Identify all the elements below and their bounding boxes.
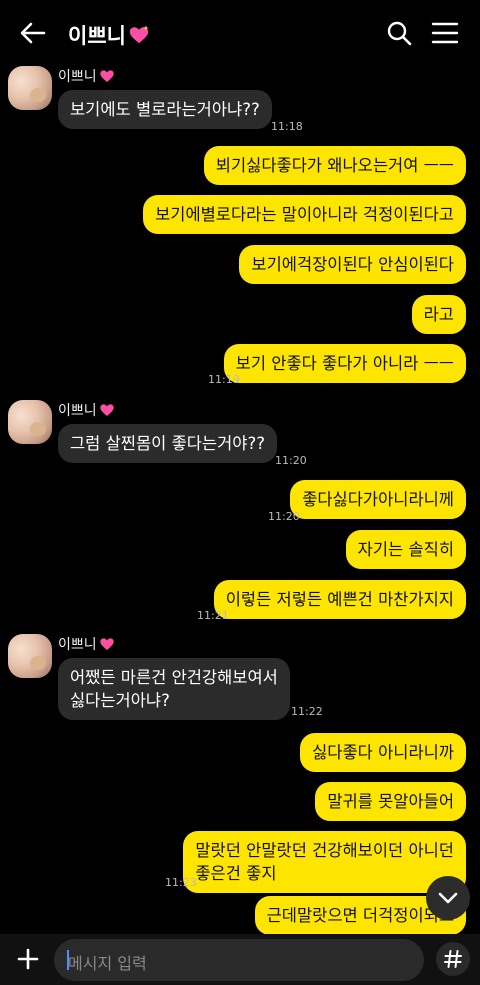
sent-message[interactable]: 말귀를 못알아들어: [315, 782, 466, 821]
menu-icon[interactable]: [431, 20, 459, 46]
received-message[interactable]: 어쨌든 마른건 안건강해보여서 싫다는거아냐?: [58, 658, 290, 720]
message-input-placeholder: 메시지 입력: [68, 954, 147, 973]
avatar[interactable]: [8, 66, 52, 110]
message-time: 11:19: [208, 373, 240, 386]
sent-message[interactable]: 말랏던 안말랏던 건강해보이던 아니던 좋은건 좋지: [183, 831, 466, 893]
sender-name-text: 이쁘니: [58, 637, 97, 653]
received-message[interactable]: 보기에도 별로라는거아냐??: [58, 90, 272, 129]
sender-name: 이쁘니: [58, 400, 115, 420]
input-bar: 메시지 입력: [0, 934, 480, 985]
message-time: 11:23: [165, 876, 197, 889]
hash-button[interactable]: [436, 942, 470, 976]
avatar[interactable]: [8, 400, 52, 444]
search-icon[interactable]: [385, 19, 413, 47]
sparkle-heart-icon: [99, 638, 114, 650]
sent-message[interactable]: 뵈기싫다좋다가 왜나오는거여 ㅡㅡ: [203, 146, 466, 185]
scroll-down-button[interactable]: [426, 876, 470, 920]
sparkle-heart-icon: [129, 25, 149, 44]
message-time: 11:20: [275, 454, 307, 467]
sent-message[interactable]: 라고: [411, 295, 466, 334]
sent-message[interactable]: 싫다좋다 아니라니까: [300, 733, 466, 772]
message-line: 근데말랏으면 더걱정이되고: [266, 906, 454, 925]
hash-icon: [444, 950, 462, 968]
sender-name-text: 이쁘니: [58, 403, 97, 419]
message-time: 11:20: [268, 510, 300, 523]
received-message[interactable]: 그럼 살찐몸이 좋다는거야??: [58, 424, 277, 463]
sent-message[interactable]: 좋다싫다가아니라니께: [290, 480, 466, 519]
message-time: 11:21: [197, 609, 229, 622]
message-time: 11:18: [271, 120, 303, 133]
sent-message[interactable]: 자기는 솔직히: [345, 530, 466, 569]
plus-icon[interactable]: [12, 943, 44, 975]
sparkle-heart-icon: [99, 404, 114, 416]
chat-title: 이쁘니: [68, 20, 150, 50]
avatar[interactable]: [8, 634, 52, 678]
message-time: 11:22: [291, 705, 323, 718]
message-input[interactable]: 메시지 입력: [54, 939, 465, 981]
sent-message[interactable]: 보기에별로다라는 말이아니라 걱정이된다고: [143, 195, 466, 234]
message-line: 좋은건 좋지: [195, 864, 277, 883]
chat-title-text: 이쁘니: [68, 24, 126, 48]
sender-name-text: 이쁘니: [58, 69, 97, 85]
message-line: 싫다는거아냐?: [70, 691, 170, 710]
sender-name: 이쁘니: [58, 66, 115, 86]
chevron-down-icon: [438, 892, 458, 904]
chat-header: 이쁘니: [0, 0, 480, 66]
message-list[interactable]: 이쁘니 보기에도 별로라는거아냐?? 11:18 뵈기싫다좋다가 왜나오는거여 …: [0, 66, 480, 934]
sent-message[interactable]: 보기에걱장이된다 안심이된다: [239, 245, 466, 284]
sparkle-heart-icon: [99, 70, 114, 82]
back-arrow-icon[interactable]: [18, 18, 48, 48]
sender-name: 이쁘니: [58, 634, 115, 654]
message-line: 어쨌든 마른건 안건강해보여서: [70, 668, 278, 687]
sent-message[interactable]: 보기 안좋다 좋다가 아니라 ㅡㅡ: [223, 344, 466, 383]
message-line: 말랏던 안말랏던 건강해보이던 아니던: [195, 841, 454, 860]
sent-message[interactable]: 이렇든 저렇든 예쁜건 마찬가지지: [213, 580, 466, 619]
